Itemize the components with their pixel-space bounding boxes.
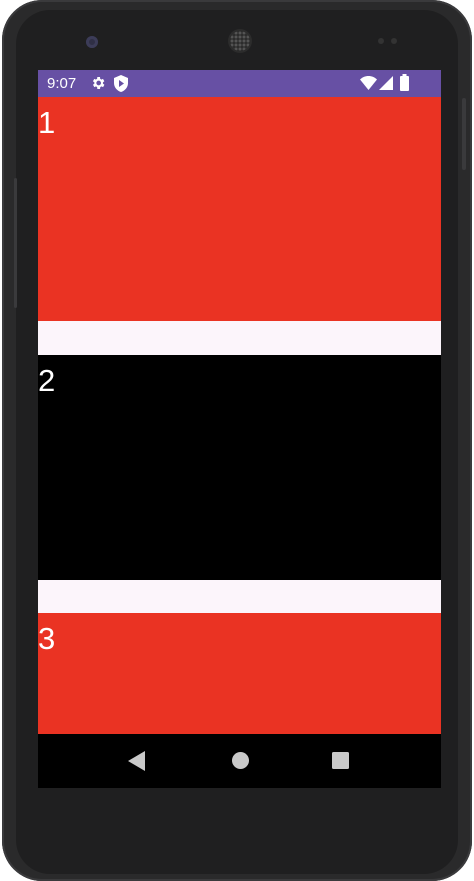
shield-play-icon (114, 75, 128, 92)
proximity-sensor-icon (378, 38, 384, 44)
navigation-bar (38, 734, 441, 788)
status-time: 9:07 (47, 75, 77, 92)
recents-square-icon[interactable] (332, 752, 349, 769)
device-screen: 9:07 1 2 3 (38, 70, 441, 788)
tile-2: 2 (38, 355, 441, 580)
earpiece-speaker-icon (230, 31, 250, 51)
wifi-icon (360, 76, 377, 90)
tile-2-label: 2 (38, 363, 56, 398)
settings-icon (92, 77, 105, 89)
status-bar: 9:07 (38, 70, 441, 97)
tile-1-label: 1 (38, 105, 56, 140)
power-button (14, 178, 17, 308)
light-sensor-icon (391, 38, 397, 44)
tile-1: 1 (38, 97, 441, 321)
front-camera-icon (86, 36, 98, 48)
signal-icon (379, 76, 393, 90)
tile-3: 3 (38, 613, 441, 734)
back-triangle-icon[interactable] (128, 751, 146, 771)
tile-3-label: 3 (38, 621, 56, 656)
volume-button (462, 98, 466, 170)
home-circle-icon[interactable] (231, 751, 250, 770)
battery-icon (400, 74, 409, 91)
